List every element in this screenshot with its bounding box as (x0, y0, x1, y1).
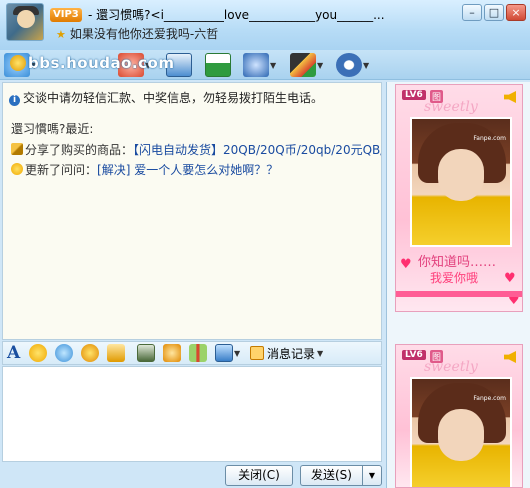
thumbs-up-icon[interactable] (107, 344, 125, 362)
wenwen-icon (11, 163, 23, 175)
picture-icon[interactable] (137, 344, 155, 362)
my-show[interactable]: LV6 图 sweetly Fanpe.com (395, 344, 523, 488)
sweetly-text: sweetly (424, 359, 478, 375)
avatar[interactable] (6, 3, 44, 41)
transfer-file-icon (205, 53, 231, 77)
activity-prefix: 分享了购买的商品： (25, 143, 134, 157)
heart-icon: ♥ (504, 271, 516, 286)
show-photo: Fanpe.com (410, 377, 512, 487)
pencil-icon (11, 143, 23, 155)
speaker-icon[interactable] (504, 91, 516, 103)
gift-icon[interactable] (189, 344, 207, 362)
magic-emoticon-icon[interactable] (55, 344, 73, 362)
level-badge: LV6 (402, 90, 426, 100)
message-record-button[interactable]: 消息记录 ▼ (250, 345, 325, 362)
show-text-2: 我爱你哦 (430, 271, 479, 285)
toolbar-settings[interactable]: ▼ (336, 51, 371, 79)
screenshot-icon[interactable] (215, 344, 233, 362)
bottom-bar: 关闭(C) 发送(S) ▼ (0, 462, 386, 488)
show-photo: Fanpe.com (410, 117, 512, 247)
window-controls: – □ × (462, 4, 526, 21)
level-badge: LV6 (402, 350, 426, 360)
show-text-1: 你知道吗…… (418, 255, 497, 270)
chevron-down-icon[interactable]: ▼ (234, 349, 242, 358)
activity-prefix: 更新了问问： (25, 163, 98, 177)
window-title: - 還习惯嗎?<i__________love___________you___… (88, 8, 385, 22)
recent-activity-shopping: 分享了购买的商品：【闪电自动发货】20QB/20Q币/20qb/20元QB/..… (11, 141, 381, 158)
avatar-face (17, 10, 35, 28)
close-window-button[interactable]: × (506, 4, 526, 21)
settings-icon (336, 53, 362, 77)
security-notice-text: 交谈中请勿轻信汇款、中奖信息，勿轻易拨打陌生电话。 (23, 91, 324, 105)
wink-emoticon-icon[interactable] (81, 344, 99, 362)
watermark: bbs.houdao.com (10, 54, 174, 72)
recent-activity-title: 還习慣嗎?最近: (11, 122, 94, 136)
emoticon-icon[interactable] (29, 344, 47, 362)
question-link[interactable]: [解决] 爱一个人要怎么对她啊？？ (97, 163, 278, 177)
heart-icon: ♥ (400, 257, 412, 272)
watermark-text: bbs.houdao.com (28, 54, 175, 72)
decorative-stripe (396, 291, 522, 297)
photo-watermark: Fanpe.com (473, 135, 506, 142)
chat-history[interactable]: i 交谈中请勿轻信汇款、中奖信息，勿轻易拨打陌生电话。 還习慣嗎?最近: 分享了购… (2, 82, 382, 340)
send-button[interactable]: 发送(S) (300, 465, 362, 486)
font-icon[interactable]: A (7, 344, 21, 362)
toolbar-transfer-file[interactable] (205, 51, 231, 79)
chevron-down-icon[interactable]: ▼ (270, 61, 278, 70)
product-link[interactable]: 【闪电自动发货】20QB/20Q币/20qb/20元QB/... (133, 143, 381, 157)
minimize-button[interactable]: – (462, 4, 482, 21)
signature-text: 如果没有他你还爱我吗-六哲 (69, 27, 219, 41)
maximize-button[interactable]: □ (484, 4, 504, 21)
photo-face (438, 409, 484, 461)
close-button[interactable]: 关闭(C) (225, 465, 293, 486)
show-panel: LV6 图 sweetly Fanpe.com 你知道吗…… 我爱你哦 ♥ ♥ … (386, 82, 530, 488)
app-center-icon (290, 53, 316, 77)
toolbar-app-center[interactable]: ▼ (290, 51, 325, 79)
photo-face (438, 149, 484, 201)
message-record-label: 消息记录 (267, 346, 316, 361)
signature: ★ 如果没有他你还爱我吗-六哲 (56, 25, 218, 42)
format-toolbar: A ▼ 消息记录 ▼ (2, 341, 382, 365)
speaker-icon[interactable] (504, 351, 516, 363)
remote-assist-icon (243, 53, 269, 77)
watermark-logo-icon (10, 55, 26, 71)
chevron-down-icon[interactable]: ▼ (363, 61, 371, 70)
sweetly-text: sweetly (424, 99, 478, 115)
toolbar-remote-assist[interactable]: ▼ (243, 51, 278, 79)
music-icon[interactable] (163, 344, 181, 362)
star-icon: ★ (56, 28, 66, 41)
message-input[interactable] (2, 366, 382, 462)
recent-activity-question: 更新了问问：[解决] 爱一个人要怎么对她啊？？ (11, 161, 381, 178)
title-bar: VIP3 - 還习惯嗎?<i__________love___________y… (0, 0, 530, 50)
chevron-down-icon: ▼ (317, 348, 324, 358)
send-options-button[interactable]: ▼ (362, 465, 382, 486)
info-icon: i (9, 95, 20, 106)
chevron-down-icon[interactable]: ▼ (317, 61, 325, 70)
vip-badge: VIP3 (50, 8, 82, 22)
contact-show[interactable]: LV6 图 sweetly Fanpe.com 你知道吗…… 我爱你哦 ♥ ♥ … (395, 84, 523, 312)
message-record-icon (250, 346, 264, 360)
photo-watermark: Fanpe.com (473, 395, 506, 402)
security-notice: i 交谈中请勿轻信汇款、中奖信息，勿轻易拨打陌生电话。 (9, 89, 323, 106)
